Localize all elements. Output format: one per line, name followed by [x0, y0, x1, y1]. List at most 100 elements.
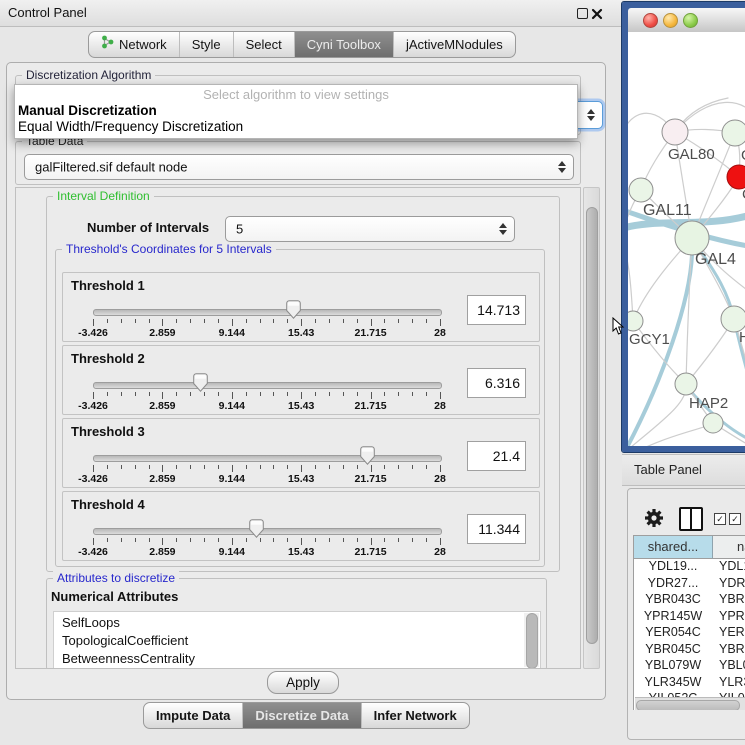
- table-data-combobox[interactable]: galFiltered.sif default node: [24, 154, 574, 180]
- panel-scrollbar[interactable]: [583, 187, 600, 669]
- network-node[interactable]: [703, 413, 723, 433]
- table-row[interactable]: YDR27... YDR2: [634, 575, 745, 592]
- number-of-intervals-combobox[interactable]: 5: [225, 216, 515, 242]
- checkbox-icon[interactable]: ✓: [729, 513, 741, 525]
- float-window-icon[interactable]: [577, 8, 588, 19]
- network-node[interactable]: [675, 373, 697, 395]
- table-row[interactable]: YDL19... YDL1: [634, 558, 745, 575]
- cell-shared-name[interactable]: YPR145W: [634, 608, 712, 625]
- tab-jactivemnodules[interactable]: jActiveMNodules: [394, 32, 515, 57]
- scrollbar-thumb[interactable]: [526, 613, 538, 669]
- dropdown-item-equal-width-frequency[interactable]: Equal Width/Frequency Discretization: [18, 119, 243, 134]
- gear-icon[interactable]: [644, 508, 664, 528]
- minimize-traffic-light-icon[interactable]: [663, 13, 678, 28]
- tick-mark: [218, 319, 219, 323]
- network-node[interactable]: [629, 178, 653, 202]
- threshold-value-field[interactable]: 11.344: [467, 514, 526, 544]
- network-canvas[interactable]: GAL80GACGAL11GAL4GCY1HHAP2: [628, 32, 745, 446]
- tick-mark: [218, 392, 219, 396]
- cell-name[interactable]: YER0: [719, 624, 745, 641]
- attribute-list-item[interactable]: SelfLoops: [62, 614, 120, 632]
- checkbox-icon[interactable]: ✓: [714, 513, 726, 525]
- close-icon[interactable]: [591, 7, 603, 19]
- cell-shared-name[interactable]: YBL079W: [634, 657, 712, 674]
- table-row[interactable]: YLR345W YLR3: [634, 674, 745, 691]
- scrollbar-thumb[interactable]: [636, 700, 740, 711]
- network-node[interactable]: [662, 119, 688, 145]
- cell-name[interactable]: YBR0: [719, 591, 745, 608]
- tick-mark: [287, 392, 288, 396]
- slider-thumb[interactable]: [249, 519, 264, 538]
- cell-shared-name[interactable]: YLR345W: [634, 674, 712, 691]
- tab-network[interactable]: Network: [89, 32, 180, 57]
- tick-mark: [107, 392, 108, 396]
- tab-discretize-data[interactable]: Discretize Data: [243, 703, 361, 728]
- table-row[interactable]: YBR045C YBR0: [634, 641, 745, 658]
- tick-label: 21.715: [355, 327, 387, 339]
- tick-label: 2.859: [149, 327, 175, 339]
- attribute-list-item[interactable]: TopologicalCoefficient: [62, 632, 188, 650]
- network-node[interactable]: [675, 221, 709, 255]
- network-node[interactable]: [628, 311, 643, 331]
- tick-label: 28: [434, 473, 446, 485]
- table-row[interactable]: YBL079W YBL0: [634, 657, 745, 674]
- table-row[interactable]: YBR043C YBR0: [634, 591, 745, 608]
- tick-label: 2.859: [149, 473, 175, 485]
- tick-mark: [343, 538, 344, 542]
- cell-name[interactable]: YBL0: [719, 657, 745, 674]
- cell-name[interactable]: YPR1: [719, 608, 745, 625]
- cell-name[interactable]: YDR2: [719, 575, 745, 592]
- scrollbar-thumb[interactable]: [586, 207, 598, 644]
- apply-button[interactable]: Apply: [267, 671, 339, 694]
- column-header-shared-name[interactable]: shared...: [634, 536, 713, 559]
- tick-mark: [301, 538, 302, 545]
- column-header-name[interactable]: na: [713, 536, 745, 559]
- list-scrollbar[interactable]: [524, 613, 539, 667]
- cell-name[interactable]: YDL1: [719, 558, 745, 575]
- tick-mark: [246, 392, 247, 396]
- group-title: Discretization Algorithm: [22, 68, 155, 82]
- tab-cyni-toolbox[interactable]: Cyni Toolbox: [295, 32, 394, 57]
- cell-shared-name[interactable]: YDL19...: [634, 558, 712, 575]
- table-horizontal-scrollbar[interactable]: [635, 697, 745, 710]
- slider-thumb[interactable]: [360, 446, 375, 465]
- tick-mark: [440, 538, 441, 545]
- number-of-intervals-label: Number of Intervals: [87, 220, 209, 235]
- numerical-attributes-label: Numerical Attributes: [51, 589, 178, 604]
- cell-shared-name[interactable]: YBR045C: [634, 641, 712, 658]
- slider-thumb[interactable]: [286, 300, 301, 319]
- tick-mark: [412, 465, 413, 469]
- panel-title: Control Panel: [8, 5, 87, 20]
- network-node[interactable]: [722, 120, 745, 146]
- combo-value: galFiltered.sif default node: [35, 160, 187, 175]
- tick-mark: [232, 319, 233, 326]
- cell-name[interactable]: YBR0: [719, 641, 745, 658]
- tab-select[interactable]: Select: [234, 32, 295, 57]
- threshold-value-field[interactable]: 21.4: [467, 441, 526, 471]
- table-row[interactable]: YER054C YER0: [634, 624, 745, 641]
- attribute-list-item[interactable]: BetweennessCentrality: [62, 650, 195, 668]
- table-row[interactable]: YPR145W YPR1: [634, 608, 745, 625]
- threshold-value-field[interactable]: 14.713: [467, 295, 526, 325]
- threshold-value-field[interactable]: 6.316: [467, 368, 526, 398]
- cell-shared-name[interactable]: YER054C: [634, 624, 712, 641]
- tick-mark: [176, 392, 177, 396]
- tick-mark: [315, 392, 316, 396]
- tick-mark: [135, 465, 136, 469]
- cell-name[interactable]: YLR3: [719, 674, 745, 691]
- tab-style[interactable]: Style: [180, 32, 234, 57]
- slider-thumb[interactable]: [193, 373, 208, 392]
- close-traffic-light-icon[interactable]: [643, 13, 658, 28]
- zoom-traffic-light-icon[interactable]: [683, 13, 698, 28]
- split-columns-icon[interactable]: [679, 507, 703, 531]
- dropdown-item-manual-discretization[interactable]: Manual Discretization: [18, 103, 157, 118]
- network-edge: [686, 238, 692, 384]
- tab-impute-data[interactable]: Impute Data: [144, 703, 243, 728]
- table-data-group: Table Data galFiltered.sif default node: [15, 141, 581, 185]
- tick-label: 21.715: [355, 546, 387, 558]
- tab-infer-network[interactable]: Infer Network: [362, 703, 469, 728]
- combo-arrows-icon: [499, 223, 507, 235]
- network-window-titlebar[interactable]: [628, 8, 745, 33]
- cell-shared-name[interactable]: YDR27...: [634, 575, 712, 592]
- cell-shared-name[interactable]: YBR043C: [634, 591, 712, 608]
